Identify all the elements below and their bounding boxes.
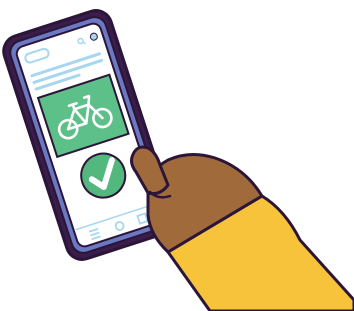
illustration <box>2 9 354 311</box>
hand <box>130 145 354 311</box>
